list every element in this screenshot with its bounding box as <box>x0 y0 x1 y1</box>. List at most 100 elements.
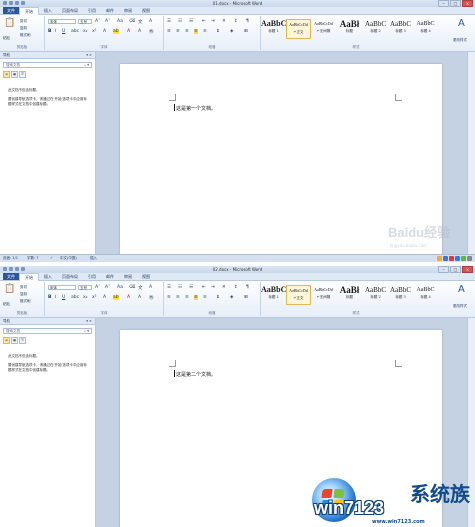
align-left-icon[interactable]: ≡ <box>167 295 171 300</box>
align-right-icon[interactable]: ≡ <box>185 29 189 34</box>
superscript-icon[interactable]: x² <box>92 29 96 34</box>
tab-review[interactable]: 审阅 <box>119 273 137 280</box>
headings-tab-icon[interactable]: ≡ <box>3 71 10 78</box>
line-spacing-icon[interactable]: ↨ <box>216 295 220 300</box>
borders-icon[interactable]: ⊞ <box>244 29 248 34</box>
tray-icon[interactable] <box>461 256 466 261</box>
paste-button[interactable]: 粘贴 <box>3 36 10 41</box>
tray-icon[interactable] <box>455 256 460 261</box>
status-words[interactable]: 字数: 7 <box>27 255 39 262</box>
multilevel-list-icon[interactable]: ☵ <box>189 285 193 290</box>
italic-icon[interactable]: I <box>55 295 56 300</box>
close-button[interactable]: × <box>462 0 473 7</box>
text-effects-icon[interactable]: A <box>103 29 106 34</box>
sort-icon[interactable]: ↕ <box>234 19 238 24</box>
status-mode[interactable]: 插入 <box>90 255 97 262</box>
highlight-icon[interactable]: ab <box>113 295 119 300</box>
change-case-icon[interactable]: Aa <box>117 19 123 24</box>
enclose-char-icon[interactable]: ㊕ <box>149 295 154 301</box>
decrease-indent-icon[interactable]: ⇤ <box>202 285 206 290</box>
strikethrough-icon[interactable]: abc <box>71 29 79 34</box>
tray-icon[interactable] <box>449 256 454 261</box>
bold-icon[interactable]: B <box>48 29 51 34</box>
style-heading1[interactable]: AaBbC 标题 1 <box>261 285 286 305</box>
phonetic-icon[interactable]: 文 <box>138 19 143 25</box>
status-language[interactable]: 中文(中国) <box>60 255 77 262</box>
font-size-select[interactable]: 五号 <box>78 285 92 290</box>
document-text[interactable]: 这是第二个文档。 <box>176 371 216 378</box>
decrease-indent-icon[interactable]: ⇤ <box>202 19 206 24</box>
maximize-button[interactable]: □ <box>450 0 461 7</box>
shrink-font-icon[interactable]: A˅ <box>105 285 110 290</box>
tab-references[interactable]: 引用 <box>83 273 101 280</box>
close-button[interactable]: × <box>462 266 473 273</box>
underline-icon[interactable]: U <box>62 29 65 34</box>
char-shading-icon[interactable]: A <box>138 295 141 300</box>
nav-close-icon[interactable]: ▾ × <box>86 318 92 324</box>
strikethrough-icon[interactable]: abc <box>71 295 79 300</box>
superscript-icon[interactable]: x² <box>92 295 96 300</box>
tab-home[interactable]: 开始 <box>19 6 39 15</box>
clear-format-icon[interactable]: ⌫ <box>129 285 135 290</box>
style-heading2[interactable]: AaBbC 标题 2 <box>363 285 388 305</box>
format-painter-button[interactable]: 格式刷 <box>20 33 31 38</box>
copy-button[interactable]: 复制 <box>20 26 27 31</box>
tab-page-layout[interactable]: 页面布局 <box>57 273 83 280</box>
style-heading1[interactable]: AaBbC 标题 1 <box>261 19 286 39</box>
clear-format-icon[interactable]: ⌫ <box>129 19 135 24</box>
paste-icon[interactable]: 📋 <box>4 18 15 28</box>
search-icon[interactable]: ⌕ ▾ <box>84 329 89 334</box>
bullets-icon[interactable]: ☰ <box>167 19 171 24</box>
increase-indent-icon[interactable]: ⇥ <box>211 19 215 24</box>
align-center-icon[interactable]: ≡ <box>176 295 180 300</box>
increase-indent-icon[interactable]: ⇥ <box>211 285 215 290</box>
style-heading3[interactable]: AaBbC 标题 3 <box>388 285 413 305</box>
nav-close-icon[interactable]: ▾ × <box>86 52 92 58</box>
font-color-icon[interactable]: A <box>127 295 130 300</box>
tray-icon[interactable] <box>443 256 448 261</box>
shading-icon[interactable]: ◈ <box>230 295 233 300</box>
results-tab-icon[interactable]: ☰ <box>19 337 26 344</box>
style-heading2[interactable]: AaBbC 标题 2 <box>363 19 388 39</box>
tab-review[interactable]: 审阅 <box>119 7 137 14</box>
style-heading3[interactable]: AaBbC 标题 3 <box>388 19 413 39</box>
cut-button[interactable]: 剪切 <box>20 19 27 24</box>
style-no-spacing[interactable]: AaBbCcDd ↵无间隔 <box>311 285 336 305</box>
phonetic-icon[interactable]: 文 <box>138 285 143 291</box>
italic-icon[interactable]: I <box>55 29 56 34</box>
justify-icon[interactable]: ≡ <box>194 29 198 34</box>
tab-file[interactable]: 文件 <box>3 7 19 14</box>
bold-icon[interactable]: B <box>48 295 51 300</box>
nav-search-input[interactable]: 搜索文档 ⌕ ▾ <box>3 62 92 68</box>
distributed-icon[interactable]: ≡ <box>203 295 207 300</box>
tab-references[interactable]: 引用 <box>83 7 101 14</box>
style-title[interactable]: AaBł 标题 <box>337 285 362 305</box>
pages-tab-icon[interactable]: ▦ <box>11 337 18 344</box>
style-normal[interactable]: AaBbCcDd ↵正文 <box>286 19 311 39</box>
char-border-icon[interactable]: A <box>149 19 152 24</box>
grow-font-icon[interactable]: A˄ <box>95 285 100 290</box>
minimize-button[interactable]: – <box>438 0 449 7</box>
maximize-button[interactable]: □ <box>450 266 461 273</box>
tab-view[interactable]: 视图 <box>137 273 155 280</box>
align-left-icon[interactable]: ≡ <box>167 29 171 34</box>
justify-icon[interactable]: ≡ <box>194 295 198 300</box>
vertical-scrollbar[interactable] <box>467 52 475 254</box>
char-shading-icon[interactable]: A <box>138 29 141 34</box>
multilevel-list-icon[interactable]: ☵ <box>189 19 193 24</box>
font-size-select[interactable]: 五号 <box>78 19 92 24</box>
style-heading4[interactable]: AaBbC 标题 4 <box>413 285 438 305</box>
cut-button[interactable]: 剪切 <box>20 285 27 290</box>
document-text[interactable]: 这是第一个文档。 <box>176 105 216 112</box>
change-styles-icon[interactable]: A <box>458 18 465 29</box>
minimize-button[interactable]: – <box>438 266 449 273</box>
paste-button[interactable]: 粘贴 <box>3 302 10 307</box>
tab-mailings[interactable]: 邮件 <box>101 7 119 14</box>
tray-icon[interactable] <box>437 256 442 261</box>
tab-insert[interactable]: 插入 <box>39 273 57 280</box>
change-styles-button[interactable]: 更改样式 <box>453 304 467 309</box>
format-painter-button[interactable]: 格式刷 <box>20 299 31 304</box>
pages-tab-icon[interactable]: ▦ <box>11 71 18 78</box>
tab-page-layout[interactable]: 页面布局 <box>57 7 83 14</box>
align-right-icon[interactable]: ≡ <box>185 295 189 300</box>
